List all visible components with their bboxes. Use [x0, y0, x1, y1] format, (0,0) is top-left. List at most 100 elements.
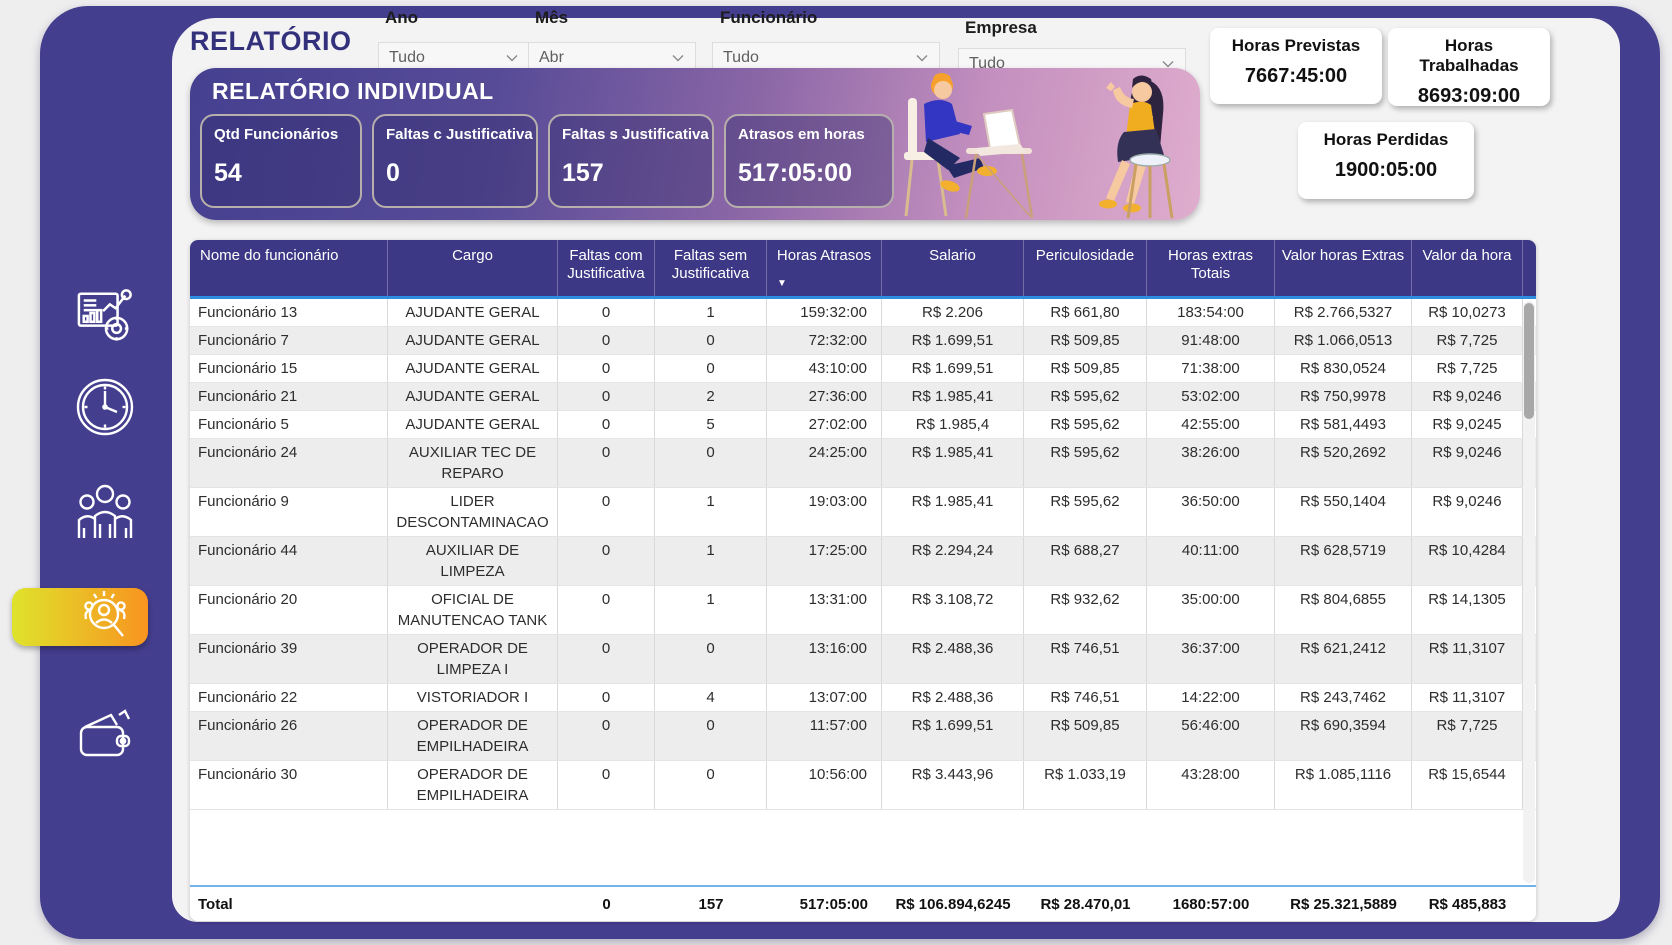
table-cell[interactable]: R$ 581,4493 [1275, 411, 1412, 438]
column-header[interactable]: Periculosidade [1024, 240, 1147, 296]
table-cell[interactable]: R$ 9,0245 [1412, 411, 1523, 438]
table-cell[interactable]: AJUDANTE GERAL [388, 411, 558, 438]
column-header[interactable]: Faltas com Justificativa [558, 240, 655, 296]
table-cell[interactable]: 0 [655, 439, 767, 487]
table-cell[interactable]: R$ 9,0246 [1412, 383, 1523, 410]
column-header[interactable]: Cargo [388, 240, 558, 296]
table-cell[interactable]: VISTORIADOR I [388, 684, 558, 711]
table-cell[interactable]: LIDER DESCONTAMINACAO [388, 488, 558, 536]
table-cell[interactable]: R$ 804,6855 [1275, 586, 1412, 634]
table-cell[interactable]: R$ 932,62 [1024, 586, 1147, 634]
table-cell[interactable]: 24:25:00 [767, 439, 882, 487]
table-cell[interactable]: AJUDANTE GERAL [388, 383, 558, 410]
table-cell[interactable]: 0 [558, 488, 655, 536]
table-cell[interactable]: Funcionário 30 [190, 761, 388, 809]
table-cell[interactable]: 71:38:00 [1147, 355, 1275, 382]
table-cell[interactable]: 13:07:00 [767, 684, 882, 711]
table-cell[interactable]: 0 [558, 586, 655, 634]
table-cell[interactable]: R$ 3.443,96 [882, 761, 1024, 809]
table-cell[interactable]: 0 [558, 537, 655, 585]
table-row[interactable]: Funcionário 20OFICIAL DE MANUTENCAO TANK… [190, 586, 1536, 635]
table-cell[interactable]: R$ 1.985,41 [882, 439, 1024, 487]
table-cell[interactable]: R$ 2.206 [882, 299, 1024, 326]
table-row[interactable]: Funcionário 13AJUDANTE GERAL01159:32:00R… [190, 299, 1536, 327]
table-cell[interactable]: R$ 10,4284 [1412, 537, 1523, 585]
column-header[interactable]: Horas extras Totais [1147, 240, 1275, 296]
table-cell[interactable]: R$ 1.699,51 [882, 712, 1024, 760]
table-cell[interactable]: R$ 1.699,51 [882, 327, 1024, 354]
table-cell[interactable]: 17:25:00 [767, 537, 882, 585]
table-cell[interactable]: 35:00:00 [1147, 586, 1275, 634]
table-row[interactable]: Funcionário 9LIDER DESCONTAMINACAO0119:0… [190, 488, 1536, 537]
table-cell[interactable]: OPERADOR DE LIMPEZA I [388, 635, 558, 683]
table-cell[interactable]: 0 [558, 355, 655, 382]
table-cell[interactable]: 1 [655, 488, 767, 536]
table-cell[interactable]: R$ 550,1404 [1275, 488, 1412, 536]
table-cell[interactable]: 91:48:00 [1147, 327, 1275, 354]
table-cell[interactable]: AJUDANTE GERAL [388, 327, 558, 354]
table-cell[interactable]: R$ 2.766,5327 [1275, 299, 1412, 326]
table-cell[interactable]: 4 [655, 684, 767, 711]
table-cell[interactable]: Funcionário 39 [190, 635, 388, 683]
table-cell[interactable]: 14:22:00 [1147, 684, 1275, 711]
sidebar-item-individual[interactable] [72, 584, 138, 650]
table-row[interactable]: Funcionário 22VISTORIADOR I0413:07:00R$ … [190, 684, 1536, 712]
table-row[interactable]: Funcionário 26OPERADOR DE EMPILHADEIRA00… [190, 712, 1536, 761]
table-cell[interactable]: R$ 595,62 [1024, 439, 1147, 487]
table-row[interactable]: Funcionário 21AJUDANTE GERAL0227:36:00R$… [190, 383, 1536, 411]
table-cell[interactable]: 0 [558, 383, 655, 410]
table-cell[interactable]: R$ 2.488,36 [882, 635, 1024, 683]
table-cell[interactable]: AJUDANTE GERAL [388, 299, 558, 326]
table-cell[interactable]: R$ 9,0246 [1412, 488, 1523, 536]
table-cell[interactable]: R$ 830,0524 [1275, 355, 1412, 382]
table-cell[interactable]: R$ 595,62 [1024, 383, 1147, 410]
table-cell[interactable]: R$ 746,51 [1024, 684, 1147, 711]
table-cell[interactable]: R$ 595,62 [1024, 411, 1147, 438]
table-cell[interactable]: R$ 1.033,19 [1024, 761, 1147, 809]
table-cell[interactable]: R$ 595,62 [1024, 488, 1147, 536]
table-cell[interactable]: 0 [655, 761, 767, 809]
table-cell[interactable]: OFICIAL DE MANUTENCAO TANK [388, 586, 558, 634]
table-cell[interactable]: 11:57:00 [767, 712, 882, 760]
table-scrollbar[interactable] [1523, 301, 1535, 883]
table-cell[interactable]: R$ 2.488,36 [882, 684, 1024, 711]
table-cell[interactable]: 27:36:00 [767, 383, 882, 410]
table-cell[interactable]: R$ 509,85 [1024, 355, 1147, 382]
table-cell[interactable]: 1 [655, 537, 767, 585]
table-cell[interactable]: 36:37:00 [1147, 635, 1275, 683]
table-cell[interactable]: R$ 2.294,24 [882, 537, 1024, 585]
table-cell[interactable]: R$ 15,6544 [1412, 761, 1523, 809]
sidebar-item-time[interactable] [72, 374, 138, 440]
table-row[interactable]: Funcionário 44AUXILIAR DE LIMPEZA0117:25… [190, 537, 1536, 586]
table-cell[interactable]: 0 [558, 299, 655, 326]
table-cell[interactable]: R$ 746,51 [1024, 635, 1147, 683]
table-cell[interactable]: AJUDANTE GERAL [388, 355, 558, 382]
table-cell[interactable]: 0 [655, 635, 767, 683]
table-cell[interactable]: Funcionário 9 [190, 488, 388, 536]
table-cell[interactable]: Funcionário 15 [190, 355, 388, 382]
table-cell[interactable]: 38:26:00 [1147, 439, 1275, 487]
table-cell[interactable]: 53:02:00 [1147, 383, 1275, 410]
table-cell[interactable]: 1 [655, 586, 767, 634]
table-row[interactable]: Funcionário 30OPERADOR DE EMPILHADEIRA00… [190, 761, 1536, 810]
table-cell[interactable]: R$ 11,3107 [1412, 635, 1523, 683]
sidebar-item-team[interactable] [72, 478, 138, 544]
table-cell[interactable]: R$ 9,0246 [1412, 439, 1523, 487]
table-row[interactable]: Funcionário 5AJUDANTE GERAL0527:02:00R$ … [190, 411, 1536, 439]
column-header[interactable]: Valor da hora [1412, 240, 1523, 296]
table-row[interactable]: Funcionário 24AUXILIAR TEC DE REPARO0024… [190, 439, 1536, 488]
table-cell[interactable]: R$ 750,9978 [1275, 383, 1412, 410]
table-cell[interactable]: 42:55:00 [1147, 411, 1275, 438]
table-row[interactable]: Funcionário 7AJUDANTE GERAL0072:32:00R$ … [190, 327, 1536, 355]
table-cell[interactable]: R$ 11,3107 [1412, 684, 1523, 711]
table-cell[interactable]: R$ 520,2692 [1275, 439, 1412, 487]
table-cell[interactable]: Funcionário 20 [190, 586, 388, 634]
table-row[interactable]: Funcionário 15AJUDANTE GERAL0043:10:00R$… [190, 355, 1536, 383]
table-cell[interactable]: 0 [558, 327, 655, 354]
table-cell[interactable]: 43:28:00 [1147, 761, 1275, 809]
table-cell[interactable]: 183:54:00 [1147, 299, 1275, 326]
table-cell[interactable]: R$ 10,0273 [1412, 299, 1523, 326]
table-cell[interactable]: Funcionário 21 [190, 383, 388, 410]
table-cell[interactable]: R$ 7,725 [1412, 355, 1523, 382]
table-cell[interactable]: AUXILIAR DE LIMPEZA [388, 537, 558, 585]
